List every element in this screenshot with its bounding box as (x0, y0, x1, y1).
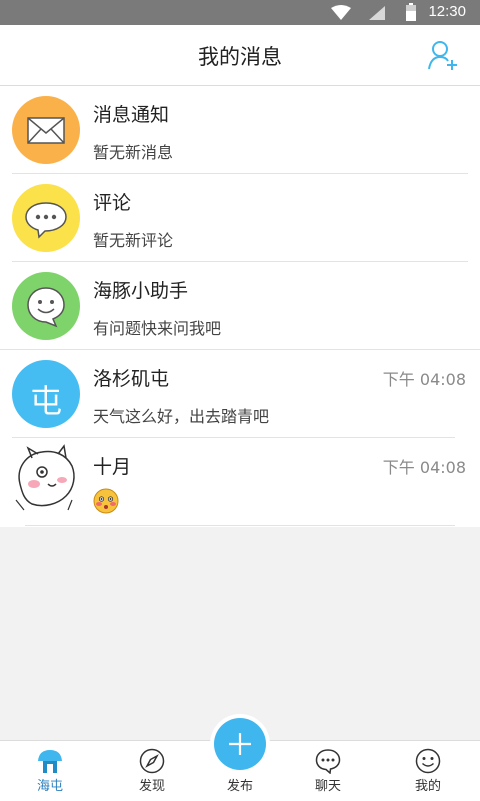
message-preview: 暂无新消息 (93, 143, 174, 162)
assistant-avatar (12, 272, 80, 340)
plus-icon (229, 733, 251, 755)
list-item-chat-october[interactable]: 十月 下午 04:08 (0, 438, 480, 526)
tab-me[interactable]: 我的 (388, 741, 468, 801)
smile-face-icon (415, 748, 441, 774)
compass-icon (139, 748, 165, 774)
message-preview: 天气这么好，出去踏青吧 (93, 407, 270, 426)
message-name: 洛杉矶屯 (93, 368, 170, 390)
tab-discover[interactable]: 发现 (112, 741, 192, 801)
list-item-chat-tun[interactable]: 屯 洛杉矶屯 下午 04:08 天气这么好，出去踏青吧 (0, 350, 480, 438)
message-preview: 有问题快来问我吧 (93, 319, 222, 338)
status-bar: 12:30 (0, 0, 480, 25)
blushing-emoji-icon (93, 488, 119, 514)
envelope-icon (27, 117, 65, 144)
message-name: 海豚小助手 (93, 280, 189, 302)
page-title: 我的消息 (198, 45, 282, 69)
message-time: 下午 04:08 (382, 370, 466, 389)
tab-label: 发布 (226, 779, 253, 794)
message-list: 消息通知 暂无新消息 评论 暂无新评论 海豚小助手 有问题快来问我吧 屯 洛杉矶… (0, 86, 480, 527)
list-item-notifications[interactable]: 消息通知 暂无新消息 (0, 86, 480, 174)
message-name: 消息通知 (93, 104, 170, 126)
tab-label: 发现 (138, 779, 165, 794)
tab-home[interactable]: 海屯 (10, 741, 90, 801)
add-friend-icon[interactable] (428, 39, 460, 71)
signal-icon (369, 6, 385, 20)
tab-label: 我的 (414, 779, 441, 794)
tun-avatar: 屯 (12, 360, 80, 428)
list-item-comments[interactable]: 评论 暂无新评论 (0, 174, 480, 262)
smile-chat-icon (27, 287, 65, 328)
tun-char-icon: 屯 (29, 382, 62, 420)
divider (25, 525, 455, 526)
status-time: 12:30 (428, 3, 466, 20)
comment-icon (25, 202, 67, 239)
mushroom-home-icon (38, 750, 62, 773)
header: 我的消息 (0, 25, 480, 86)
notification-avatar (12, 96, 80, 164)
tab-chat[interactable]: 聊天 (288, 741, 368, 801)
list-item-assistant[interactable]: 海豚小助手 有问题快来问我吧 (0, 262, 480, 350)
chat-bubble-icon (315, 749, 341, 774)
battery-icon (406, 3, 416, 21)
tab-label: 海屯 (36, 779, 63, 794)
cartoon-face-icon (15, 444, 75, 511)
message-name: 十月 (93, 456, 132, 478)
comment-avatar (12, 184, 80, 252)
cartoon-avatar (14, 444, 78, 514)
publish-button[interactable] (214, 718, 266, 770)
message-preview: 暂无新评论 (93, 231, 174, 250)
wifi-icon (331, 5, 351, 20)
tab-label: 聊天 (314, 779, 341, 794)
message-time: 下午 04:08 (382, 458, 466, 477)
message-name: 评论 (93, 192, 132, 214)
